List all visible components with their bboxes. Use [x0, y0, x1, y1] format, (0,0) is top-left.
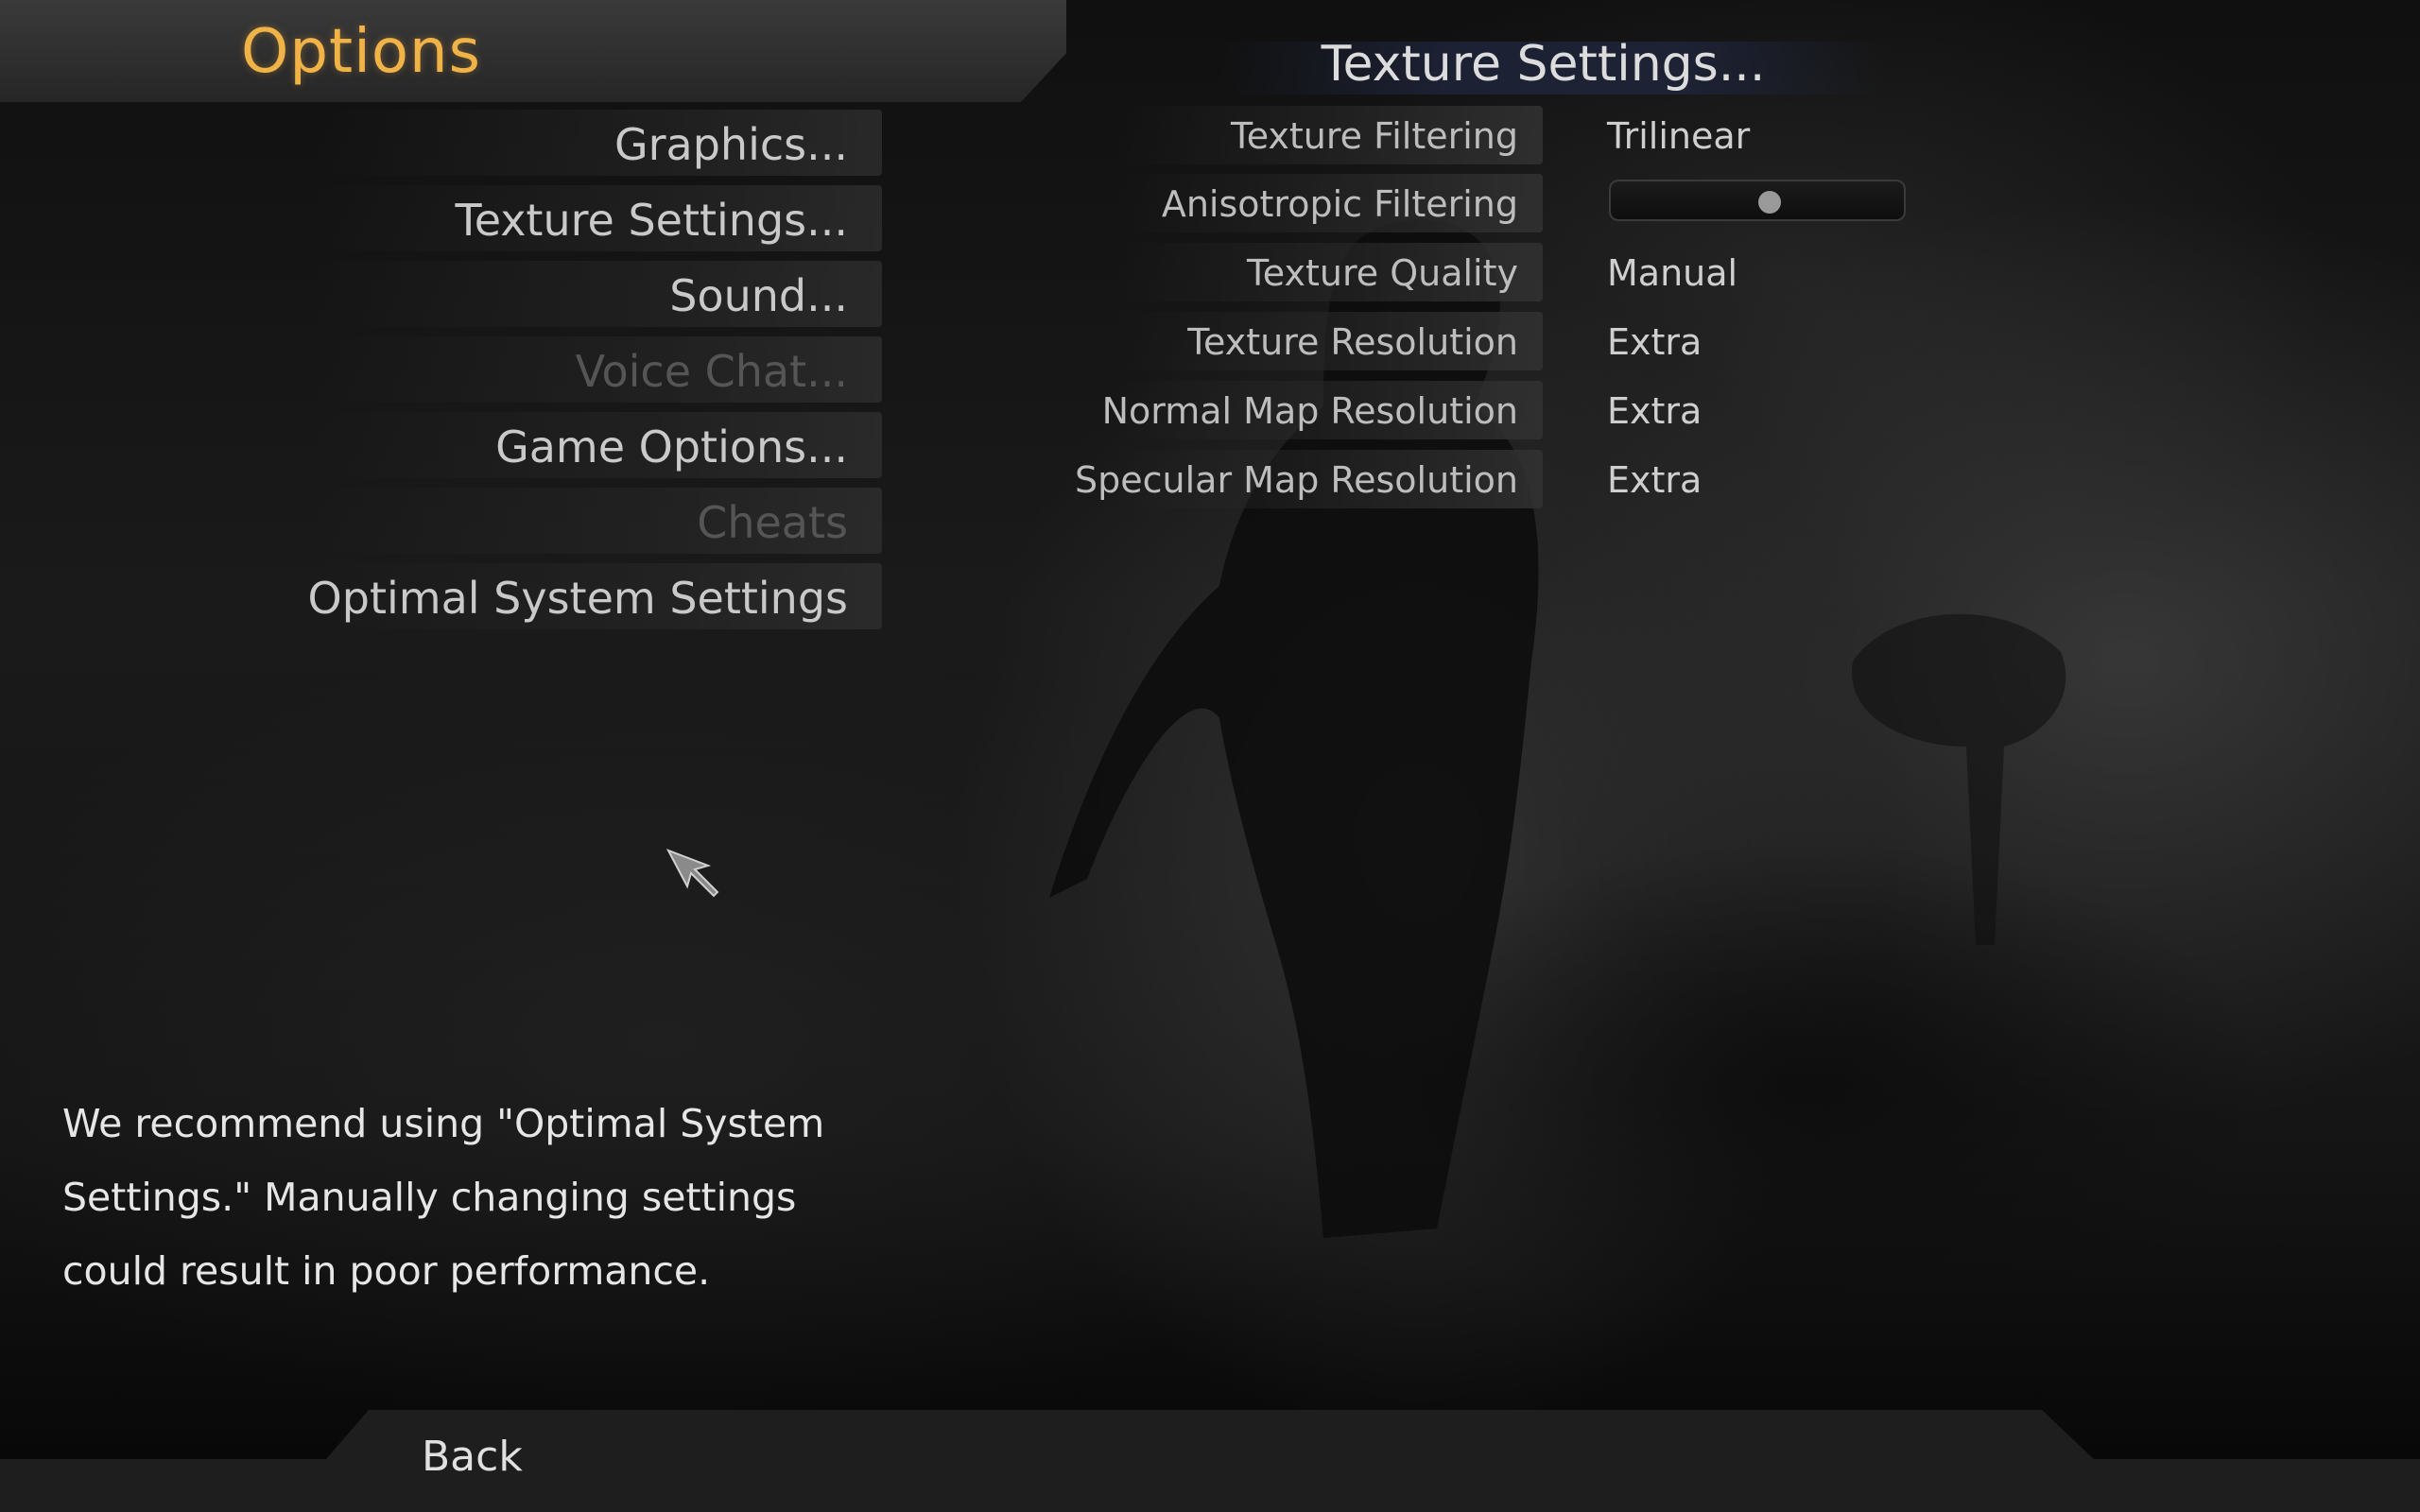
slider-knob[interactable]: [1758, 191, 1782, 214]
setting-row-texture-resolution[interactable]: Texture Resolution Extra: [0, 312, 2420, 372]
setting-value[interactable]: Extra: [1607, 321, 1702, 363]
footer-bar: [0, 1410, 2420, 1512]
setting-value[interactable]: Manual: [1607, 252, 1737, 294]
options-header-bar: [0, 0, 1066, 102]
setting-row-texture-filtering[interactable]: Texture Filtering Trilinear: [0, 106, 2420, 166]
panel-title-bar: [1219, 42, 1881, 94]
menu-item-label: Optimal System Settings: [307, 573, 848, 624]
page-title: Options: [241, 17, 481, 87]
setting-label: Normal Map Resolution: [1101, 390, 1518, 432]
recommendation-hint: We recommend using "Optimal System Setti…: [62, 1087, 913, 1308]
hint-line: Settings." Manually changing settings: [62, 1175, 797, 1220]
hint-line: could result in poor performance.: [62, 1248, 711, 1294]
anisotropic-filtering-slider[interactable]: [1609, 180, 1906, 221]
setting-value[interactable]: Trilinear: [1607, 115, 1750, 157]
setting-row-texture-quality[interactable]: Texture Quality Manual: [0, 243, 2420, 303]
back-button[interactable]: Back: [397, 1418, 681, 1503]
game-options-screen: Options Graphics... Texture Settings... …: [0, 0, 2420, 1512]
arrow-cursor-icon: [666, 849, 719, 898]
setting-label: Texture Quality: [1247, 252, 1518, 294]
setting-label: Anisotropic Filtering: [1161, 183, 1518, 225]
setting-label: Texture Filtering: [1230, 115, 1518, 157]
setting-label: Texture Resolution: [1187, 321, 1518, 363]
setting-row-normal-map-resolution[interactable]: Normal Map Resolution Extra: [0, 381, 2420, 441]
back-button-label: Back: [422, 1433, 523, 1481]
setting-value[interactable]: Extra: [1607, 390, 1702, 432]
setting-row-specular-map-resolution[interactable]: Specular Map Resolution Extra: [0, 450, 2420, 510]
setting-row-anisotropic-filtering[interactable]: Anisotropic Filtering: [0, 174, 2420, 234]
hint-line: We recommend using "Optimal System: [62, 1101, 825, 1146]
menu-item-optimal-system-settings[interactable]: Optimal System Settings: [308, 563, 882, 629]
setting-value[interactable]: Extra: [1607, 459, 1702, 501]
setting-label: Specular Map Resolution: [1075, 459, 1518, 501]
